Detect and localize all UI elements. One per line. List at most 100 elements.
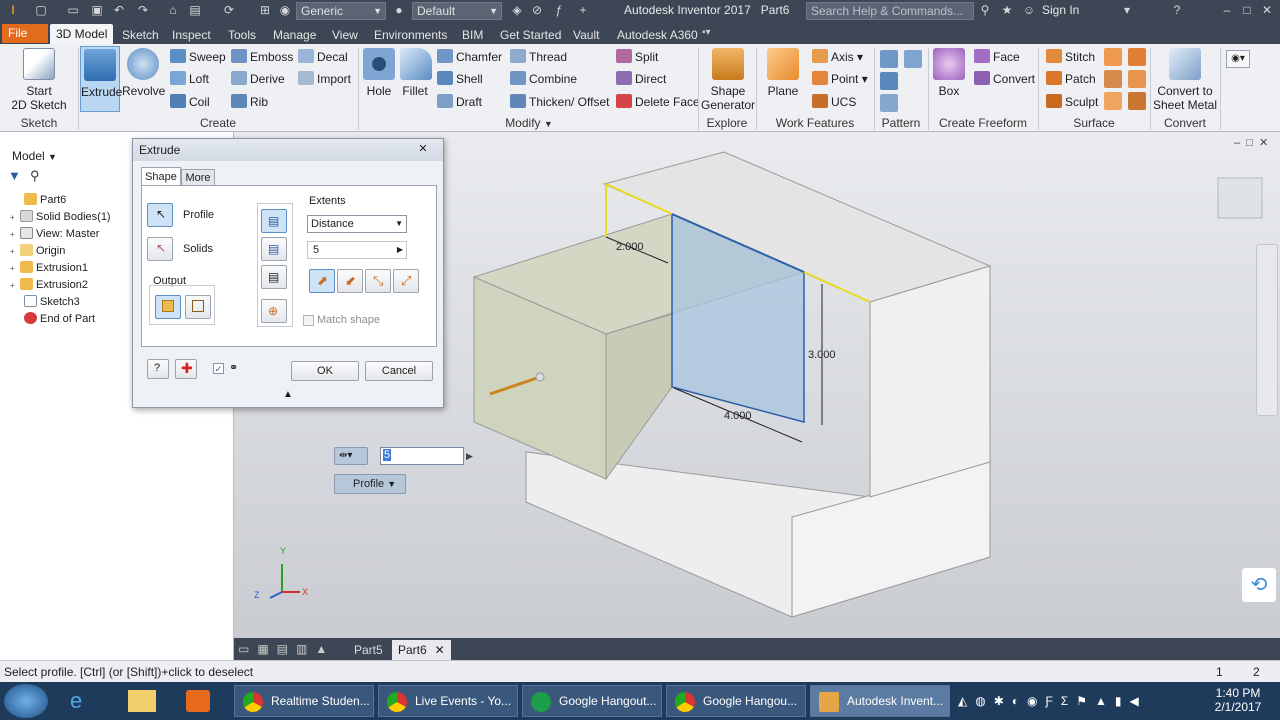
sketch-pattern-icon[interactable] [880, 94, 898, 112]
appearance-dropdown[interactable]: Default ▼ [412, 2, 502, 20]
ie-icon[interactable]: e [70, 688, 82, 714]
join-button[interactable]: ▤ [261, 209, 287, 233]
taskbar-item-hangouts-1[interactable]: Google Hangout... [522, 685, 662, 717]
shell-button[interactable]: Shell [437, 71, 483, 87]
tab-view[interactable]: View [332, 27, 358, 43]
plus-icon[interactable]: + [576, 3, 590, 17]
tab-environments[interactable]: Environments [374, 27, 447, 43]
media-player-icon[interactable] [186, 690, 210, 712]
open-file-icon[interactable]: ▭ [66, 3, 80, 17]
stitch-button[interactable]: Stitch [1046, 49, 1095, 65]
dialog-title[interactable]: Extrude [133, 139, 443, 161]
face-button[interactable]: Face [974, 49, 1020, 65]
add-button[interactable]: ✚ [175, 359, 197, 379]
hole-button[interactable]: Hole [362, 48, 396, 98]
sign-in-link[interactable]: Sign In [1042, 3, 1079, 17]
coil-button[interactable]: Coil [170, 94, 210, 110]
tree-item-solid-bodies[interactable]: + Solid Bodies(1) [10, 210, 111, 225]
arrow-handle[interactable] [535, 372, 545, 382]
intersect-button[interactable]: ▤ [261, 265, 287, 289]
app-share-icon[interactable]: ⟲ [1242, 568, 1276, 602]
extrude-button[interactable]: Extrude [80, 46, 122, 112]
adjust-icon[interactable]: ◈ [510, 3, 524, 17]
close-tab-icon[interactable]: ✕ [435, 640, 445, 660]
binoculars-icon[interactable]: ⚲ [30, 168, 40, 184]
convert-button[interactable]: Convert [974, 71, 1035, 87]
plane-button[interactable]: Plane [764, 48, 802, 98]
panel-title-modify[interactable]: Modify ▼ [360, 116, 698, 130]
close-window-icon[interactable]: ✕ [1260, 3, 1274, 17]
delete-surface-icon[interactable] [1104, 70, 1122, 88]
rib-button[interactable]: Rib [231, 94, 268, 110]
emboss-button[interactable]: Emboss [231, 49, 293, 65]
doc-tab-part6[interactable]: Part6 ✕ [392, 640, 451, 660]
tab-3d-model[interactable]: 3D Model [50, 24, 114, 44]
loft-button[interactable]: Loft [170, 71, 209, 87]
chamfer-button[interactable]: Chamfer [437, 49, 502, 65]
tree-item-part6[interactable]: Part6 [14, 193, 66, 207]
solids-select-button[interactable]: ↖ [147, 237, 173, 261]
taskbar-item-inventor[interactable]: Autodesk Invent... [810, 685, 950, 717]
tree-item-sketch3[interactable]: Sketch3 [14, 295, 80, 309]
filter-icon[interactable]: ▼ [8, 168, 21, 183]
tab-overflow-icon[interactable]: ▪▾ [702, 27, 711, 38]
ribbon-options-icon[interactable]: ◉▾ [1226, 50, 1250, 68]
help-button[interactable]: ? [147, 359, 169, 379]
search-binoculars-icon[interactable]: ⚲ [978, 3, 992, 17]
profile-select-button[interactable]: ↖ [147, 203, 173, 227]
search-help-input[interactable]: Search Help & Commands... [806, 2, 974, 20]
color-icon[interactable]: ◉ [278, 3, 292, 17]
split-button[interactable]: Split [616, 49, 658, 65]
dialog-close-icon[interactable]: ✕ [409, 141, 437, 157]
sweep-button[interactable]: Sweep [170, 49, 226, 65]
box-button[interactable]: Box [930, 48, 968, 98]
sign-in-dropdown-icon[interactable]: ▾ [1120, 3, 1134, 17]
start-2d-sketch-button[interactable]: Start 2D Sketch [10, 48, 68, 112]
axis-button[interactable]: Axis ▾ [812, 49, 863, 65]
help-icon[interactable]: ? [1170, 3, 1184, 17]
direct-button[interactable]: Direct [616, 71, 666, 87]
doc-tab-part5[interactable]: Part5 [348, 640, 389, 660]
output-surface-button[interactable] [185, 295, 211, 319]
combine-button[interactable]: Combine [510, 71, 577, 87]
select-icon[interactable]: ⊞ [258, 3, 272, 17]
window-layout-icons[interactable]: ▭▦▤▥▲ [238, 642, 335, 656]
derive-button[interactable]: Derive [231, 71, 285, 87]
shape-generator-button[interactable]: Shape Generator [700, 48, 756, 112]
navigation-bar[interactable] [1256, 244, 1278, 416]
tab-bim[interactable]: BIM [462, 27, 483, 43]
redo-icon[interactable]: ↷ [136, 3, 150, 17]
user-icon[interactable]: ☺ [1022, 3, 1036, 17]
ok-button[interactable]: OK [291, 361, 359, 381]
tree-item-extrusion2[interactable]: + Extrusion2 [10, 278, 88, 293]
taskbar-item-hangouts-2[interactable]: Google Hangou... [666, 685, 806, 717]
undo-icon[interactable]: ↶ [112, 3, 126, 17]
trim-icon[interactable] [1104, 48, 1122, 66]
direction-asymmetric-button[interactable]: ⤢ [393, 269, 419, 293]
patch-button[interactable]: Patch [1046, 71, 1096, 87]
tab-more[interactable]: More [181, 169, 215, 186]
minimize-icon[interactable]: – [1220, 3, 1234, 17]
direction-default-button[interactable]: ⬈ [309, 269, 335, 293]
thicken-offset-button[interactable]: Thicken/ Offset [510, 94, 609, 110]
viewcube[interactable] [1217, 177, 1263, 219]
direction-symmetric-button[interactable]: ⤡ [365, 269, 391, 293]
new-file-icon[interactable]: ▢ [34, 3, 48, 17]
decal-button[interactable]: Decal [298, 49, 348, 65]
match-shape-checkbox[interactable] [303, 315, 314, 326]
profile-chip-button[interactable]: Profile ▼ [334, 474, 406, 494]
circular-pattern-icon[interactable] [880, 72, 898, 90]
system-tray-icons[interactable]: ◭◍✱◐◉ƑΣ⚑▲▮◀ [958, 694, 1147, 708]
revolve-button[interactable]: Revolve [122, 48, 165, 98]
tree-item-origin[interactable]: + Origin [10, 244, 65, 259]
sculpt-button[interactable]: Sculpt [1046, 94, 1098, 110]
mirror-icon[interactable] [904, 50, 922, 68]
tab-tools[interactable]: Tools [228, 27, 256, 43]
cut-button[interactable]: ▤ [261, 237, 287, 261]
browser-title[interactable]: Model ▼ [12, 149, 57, 163]
update-icon[interactable]: ⟳ [222, 3, 236, 17]
tab-sketch[interactable]: Sketch [122, 27, 159, 43]
repair-icon[interactable] [1128, 70, 1146, 88]
mini-toolbar-distance-input[interactable]: 5 [380, 447, 464, 465]
direction-flipped-button[interactable]: ⬋ [337, 269, 363, 293]
